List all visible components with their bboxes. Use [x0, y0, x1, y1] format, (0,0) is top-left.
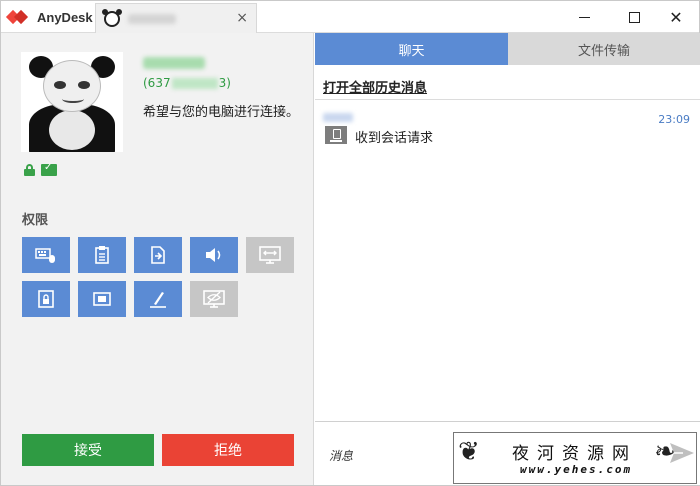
- session-tab-title-redacted: [128, 13, 176, 24]
- pen-icon: [150, 292, 166, 308]
- accept-button[interactable]: 接受: [22, 434, 154, 466]
- minimize-button[interactable]: [561, 1, 607, 33]
- file-transfer-permission-button[interactable]: [134, 237, 182, 273]
- app-name: AnyDesk: [37, 9, 93, 25]
- verified-monitor-icon: [41, 162, 57, 176]
- lock-account-permission-button[interactable]: [22, 281, 70, 317]
- request-panel: (637 3) 希望与您的电脑进行连接。 权限: [1, 33, 314, 485]
- send-icon[interactable]: [669, 442, 695, 464]
- chat-panel: 聊天 文件传输 打开全部历史消息 23:09 收到会话请求 消息: [315, 33, 700, 485]
- open-history-link[interactable]: 打开全部历史消息: [323, 77, 427, 96]
- message-text: 收到会话请求: [355, 131, 434, 146]
- record-session-permission-button[interactable]: [78, 281, 126, 317]
- file-transfer-icon: [151, 246, 165, 264]
- reject-button[interactable]: 拒绝: [162, 434, 294, 466]
- remote-id-prefix: (637: [143, 76, 171, 90]
- privacy-eye-icon: [203, 290, 225, 308]
- draw-permission-button[interactable]: [134, 281, 182, 317]
- lock-screen-icon: [38, 290, 54, 308]
- watermark-title: 夜河资源网: [512, 444, 637, 464]
- session-tab[interactable]: ×: [95, 3, 257, 33]
- panda-avatar-icon: [102, 8, 122, 27]
- tab-file-transfer[interactable]: 文件传输: [508, 33, 700, 65]
- close-window-button[interactable]: ✕: [653, 1, 699, 33]
- remote-id-redacted: [171, 78, 218, 89]
- message-sender-redacted: [323, 113, 353, 122]
- video-record-icon: [93, 292, 111, 306]
- maximize-icon: [628, 11, 640, 23]
- watermark-banner: ❦ 夜河资源网 www.yehes.com ❧: [453, 432, 697, 484]
- remote-id: (637 3): [143, 76, 231, 90]
- minimize-icon: [578, 16, 590, 18]
- watermark-url: www.yehes.com: [520, 463, 633, 476]
- secure-lock-icon: [24, 164, 35, 176]
- maximize-button[interactable]: [611, 1, 657, 33]
- sound-permission-button[interactable]: [190, 237, 238, 273]
- control-switch-permission-button[interactable]: [246, 237, 294, 273]
- clipboard-icon: [95, 246, 109, 264]
- remote-name-redacted: [143, 57, 205, 69]
- divider: [315, 99, 700, 100]
- remote-id-suffix: 3): [218, 76, 231, 90]
- keyboard-mouse-icon: [35, 248, 55, 263]
- monitor-switch-icon: [259, 246, 281, 264]
- speaker-icon: [206, 248, 221, 262]
- request-message: 希望与您的电脑进行连接。: [143, 105, 300, 120]
- remote-avatar: [21, 52, 123, 152]
- anydesk-logo-icon: [5, 9, 29, 25]
- app-brand: AnyDesk: [1, 1, 95, 33]
- permissions-title: 权限: [22, 213, 49, 228]
- tab-close-icon[interactable]: ×: [236, 10, 248, 26]
- message-input-placeholder: 消息: [329, 449, 354, 463]
- title-bar: AnyDesk × ✕: [1, 1, 699, 33]
- keyboard-mouse-permission-button[interactable]: [22, 237, 70, 273]
- message-time: 23:09: [658, 113, 690, 126]
- privacy-mode-permission-button[interactable]: [190, 281, 238, 317]
- anydesk-window: AnyDesk × ✕ (637 3) 希望与您的电脑进行连接。 权限: [0, 0, 700, 486]
- tab-chat[interactable]: 聊天: [315, 33, 508, 65]
- clipboard-permission-button[interactable]: [78, 237, 126, 273]
- session-request-icon: [325, 126, 347, 144]
- ornament-left-icon: ❦: [458, 437, 480, 467]
